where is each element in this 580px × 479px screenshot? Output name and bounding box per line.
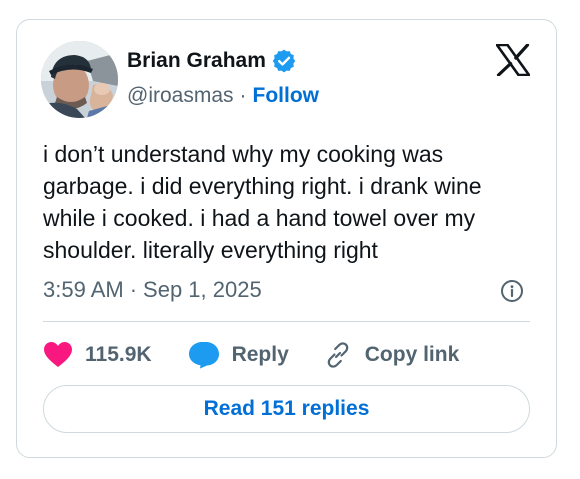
separator-dot: · [239,84,247,107]
divider [43,321,530,322]
tweet-date: Sep 1, 2025 [143,277,262,302]
author-handle-row: @iroasmas · Follow [127,83,319,109]
x-logo-icon[interactable] [495,43,531,77]
author-handle[interactable]: @iroasmas [127,83,234,109]
copy-link-button[interactable]: Copy link [323,340,460,370]
tweet-timestamp[interactable]: 3:59 AM · Sep 1, 2025 [43,276,262,304]
copy-link-label: Copy link [364,343,460,366]
follow-button[interactable]: Follow [253,83,320,109]
avatar-photo [41,41,118,118]
link-icon [327,342,349,368]
like-count: 115.9K [85,343,152,366]
author-name-row: Brian Graham [127,48,296,74]
action-bar: 115.9K Reply Copy link [43,338,459,372]
speech-bubble-icon [188,342,219,369]
tweet-time: 3:59 AM [43,277,124,302]
author-name[interactable]: Brian Graham [127,48,266,74]
reply-label: Reply [231,343,289,366]
like-button[interactable]: 115.9K [43,341,152,369]
heart-icon [44,342,72,367]
tweet-card: Brian Graham @iroasmas · Follow i don’t … [16,19,557,458]
read-replies-label: Read 151 replies [203,397,370,420]
separator-dot: · [129,277,138,302]
read-replies-button[interactable]: Read 151 replies [43,385,530,433]
info-icon[interactable] [500,279,524,303]
avatar[interactable] [41,41,118,118]
verified-badge-icon [272,49,296,73]
tweet-text: i don’t understand why my cooking was ga… [43,141,482,263]
reply-button[interactable]: Reply [188,341,289,369]
